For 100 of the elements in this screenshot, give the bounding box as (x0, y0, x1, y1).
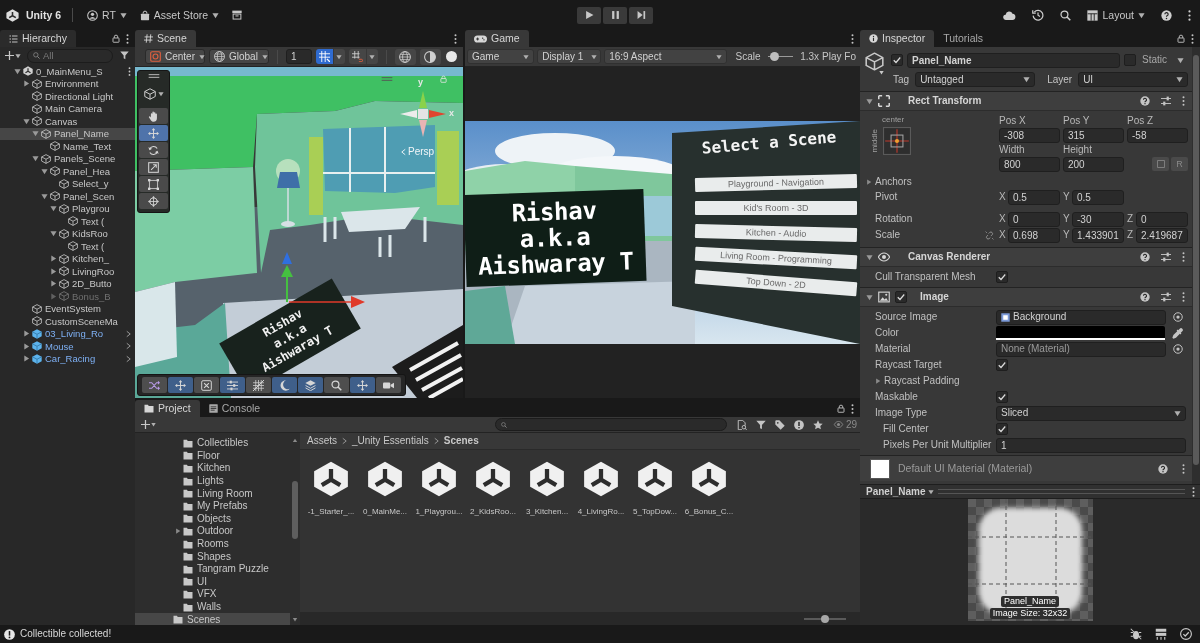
lit-button[interactable] (444, 48, 459, 65)
folder-item[interactable]: Objects (135, 512, 290, 526)
folder-item[interactable]: Tangram Puzzle (135, 562, 290, 576)
preview-dropdown[interactable]: Panel_Name (866, 485, 935, 498)
hierarchy-item[interactable]: Environment (0, 77, 135, 90)
help-button[interactable] (1137, 96, 1153, 106)
folder-item[interactable]: Lights (135, 474, 290, 488)
asset-store-dropdown[interactable]: Asset Store (136, 6, 223, 24)
number-field[interactable]: 0 (1008, 211, 1060, 227)
overlay-toggle[interactable] (142, 377, 167, 393)
component-header[interactable]: Rect Transform (860, 91, 1192, 111)
create-dropdown[interactable] (3, 51, 23, 60)
number-field[interactable]: 800 (999, 157, 1060, 172)
checkbox[interactable] (996, 391, 1008, 403)
lock-button[interactable] (834, 404, 848, 413)
rect-tool-button[interactable] (139, 176, 168, 192)
caret-icon[interactable] (32, 155, 39, 163)
hidden-packages-button[interactable]: 29 (828, 418, 857, 431)
hierarchy-item[interactable]: Name_Text (0, 140, 135, 153)
step-button[interactable] (629, 6, 653, 24)
pivot-rotation-dropdown[interactable]: Global (209, 49, 269, 64)
overlay-toggle[interactable] (324, 377, 349, 393)
caret-icon[interactable] (14, 67, 21, 75)
display-dropdown[interactable]: Display 1 (537, 49, 602, 64)
component-header[interactable]: Image (860, 287, 1192, 307)
menu-button[interactable] (1185, 9, 1194, 21)
static-checkbox[interactable] (1124, 54, 1136, 67)
move-tool-button[interactable] (139, 125, 168, 141)
overlay-toggle[interactable] (220, 377, 245, 393)
number-field[interactable]: 1 (996, 437, 1186, 453)
caret-icon[interactable] (866, 97, 873, 105)
number-field[interactable]: 0.5 (1072, 189, 1124, 205)
hierarchy-item[interactable]: 2D_Butto (0, 277, 135, 290)
asset-item[interactable]: 4_LivingRo... (574, 460, 628, 517)
hierarchy-item[interactable]: LivingRoo (0, 265, 135, 278)
game-mode-dropdown[interactable]: Game (467, 49, 535, 64)
help-button[interactable] (1137, 292, 1153, 302)
caret-icon[interactable] (50, 205, 57, 213)
number-field[interactable]: -30 (1072, 211, 1124, 227)
object-picker-button[interactable] (1170, 344, 1186, 354)
create-dropdown[interactable] (141, 420, 156, 429)
lock-button[interactable] (109, 34, 123, 43)
caret-icon[interactable] (41, 192, 48, 200)
number-field[interactable]: 1.433901 (1072, 227, 1124, 243)
asset-item[interactable]: 6_Bonus_C... (682, 460, 736, 517)
grid-snap-toggle[interactable] (315, 49, 333, 64)
object-field[interactable]: Background (996, 309, 1166, 325)
increment-snap-toggle[interactable] (348, 49, 366, 64)
foldout[interactable]: Raycast Padding (875, 373, 960, 389)
anchors-foldout[interactable]: Anchors (866, 174, 1192, 189)
slider-thumb[interactable] (821, 614, 829, 623)
menu-icon[interactable] (128, 66, 131, 76)
caret-icon[interactable] (50, 280, 57, 288)
snap-options-dropdown[interactable] (333, 49, 345, 64)
hierarchy-item[interactable]: Panel_Hea (0, 165, 135, 178)
asset-item[interactable]: 0_MainMe... (358, 460, 412, 517)
caret-icon[interactable] (866, 178, 872, 185)
play-mode-dropdown[interactable]: Play Fo (822, 50, 858, 63)
hierarchy-item[interactable]: 0_MainMenu_S (0, 65, 135, 78)
breadcrumb-link[interactable]: Scenes (443, 435, 479, 447)
pause-button[interactable] (603, 6, 627, 24)
number-field[interactable]: 315 (1063, 128, 1124, 143)
folder-item[interactable]: Walls (135, 600, 290, 614)
presets-button[interactable] (1158, 96, 1174, 106)
hand-tool-button[interactable] (139, 108, 168, 124)
caret-icon[interactable] (866, 293, 873, 301)
scene-button[interactable]: Playground - Navigation (694, 174, 858, 193)
hierarchy-item[interactable]: CustomSceneMa (0, 315, 135, 328)
broken-link-icon[interactable] (985, 230, 994, 240)
number-field[interactable]: 0.698 (1008, 227, 1060, 243)
color-field[interactable] (996, 326, 1165, 340)
tag-dropdown[interactable]: Untagged (915, 72, 1036, 88)
caret-icon[interactable] (50, 255, 57, 263)
asset-item[interactable]: 1_Playgrou... (412, 460, 466, 517)
caret-icon[interactable] (41, 167, 48, 175)
scale-slider[interactable] (767, 52, 794, 61)
number-field[interactable]: -308 (999, 128, 1060, 143)
layout-dropdown[interactable]: Layout (1084, 6, 1148, 24)
help-button[interactable] (1155, 463, 1171, 474)
scrollbar[interactable] (1192, 47, 1200, 484)
breadcrumb-link[interactable]: Assets (307, 435, 337, 447)
folder-item[interactable]: Scenes (135, 613, 290, 625)
folder-item[interactable]: VFX (135, 588, 290, 601)
caret-icon[interactable] (50, 230, 57, 238)
lock-button[interactable] (1174, 34, 1188, 43)
folder-item[interactable]: UI (135, 575, 290, 589)
hierarchy-item[interactable]: Panels_Scene (0, 152, 135, 165)
presets-button[interactable] (1158, 292, 1174, 302)
search-input[interactable]: All (43, 49, 107, 62)
caret-icon[interactable] (32, 130, 39, 138)
overlay-toggle[interactable] (272, 377, 297, 393)
hierarchy-item[interactable]: Main Camera (0, 102, 135, 115)
folder-item[interactable]: Outdoor (135, 525, 290, 538)
search-field[interactable]: All (27, 48, 113, 63)
tool-context-dropdown[interactable] (143, 85, 164, 103)
project-tab[interactable]: Console (199, 400, 270, 417)
drag-handle[interactable] (938, 489, 1185, 494)
scene-button[interactable]: Kid's Room - 3D (695, 201, 857, 216)
hierarchy-item[interactable]: Car_Racing (0, 352, 135, 365)
enabled-checkbox[interactable] (895, 291, 907, 303)
